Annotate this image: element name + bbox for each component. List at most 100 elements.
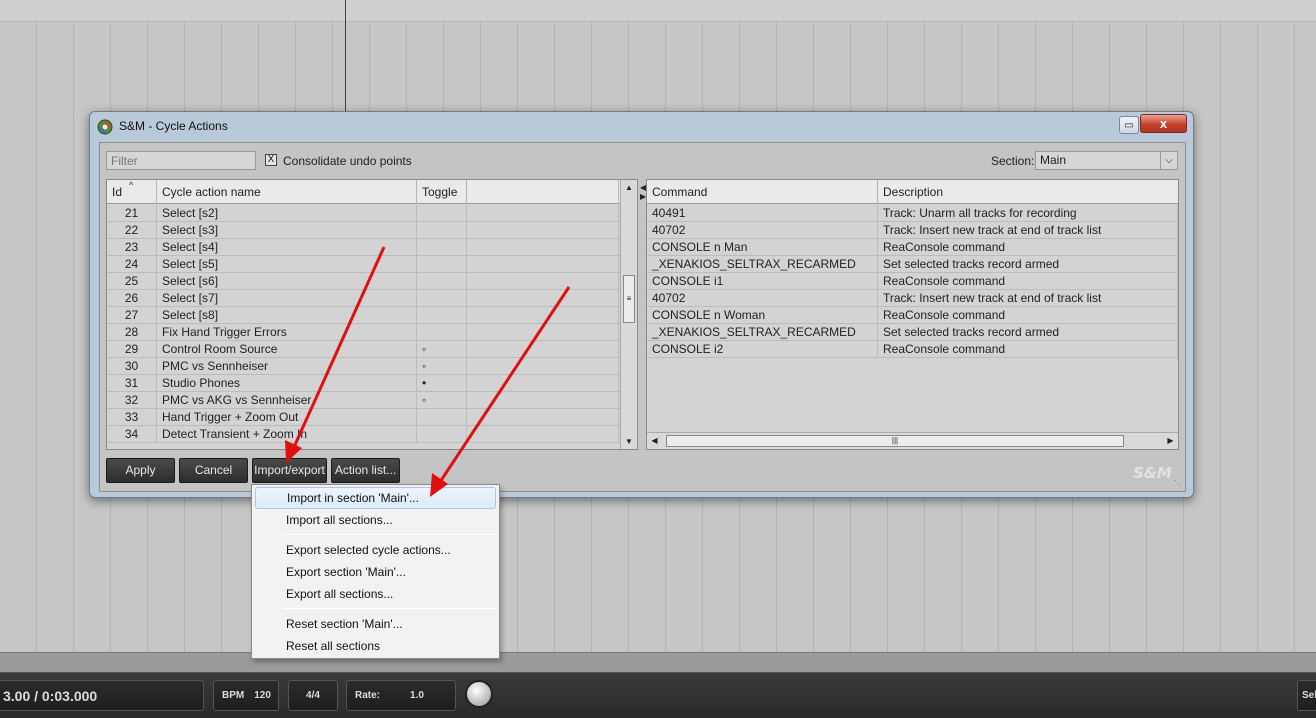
command-id: _XENAKIOS_SELTRAX_RECARMED — [647, 324, 878, 341]
scroll-left-icon[interactable]: ◀ — [647, 433, 662, 449]
menu-item[interactable]: Export section 'Main'... — [255, 561, 496, 583]
table-row[interactable]: 30 PMC vs Sennheiser ◦ — [107, 358, 637, 375]
table-row[interactable]: _XENAKIOS_SELTRAX_RECARMED Set selected t… — [647, 256, 1178, 273]
close-button[interactable]: x — [1140, 114, 1187, 133]
scroll-thumb[interactable]: ≡ — [623, 275, 635, 323]
table-row[interactable]: 21 Select [s2] — [107, 205, 637, 222]
cancel-button[interactable]: Cancel — [179, 458, 248, 483]
selection-label: Sel — [1302, 690, 1316, 701]
dialog-client-area: X Consolidate undo points Section: Main … — [99, 142, 1186, 492]
table-row[interactable]: 23 Select [s4] — [107, 239, 637, 256]
command-description: Track: Insert new track at end of track … — [878, 290, 1178, 307]
table-row[interactable]: _XENAKIOS_SELTRAX_RECARMED Set selected t… — [647, 324, 1178, 341]
restore-button[interactable]: ▭ — [1119, 116, 1139, 134]
apply-button[interactable]: Apply — [106, 458, 175, 483]
table-row[interactable]: 40702 Track: Insert new track at end of t… — [647, 222, 1178, 239]
menu-item[interactable]: Import in section 'Main'... — [255, 487, 496, 509]
action-toggle — [417, 256, 467, 273]
filter-input[interactable] — [106, 151, 256, 170]
ruler — [0, 0, 1316, 22]
bpm-display[interactable]: BPM 120 — [213, 680, 279, 711]
scroll-thumb[interactable]: ||| — [666, 435, 1124, 447]
empty-cell — [467, 375, 619, 392]
action-toggle — [417, 273, 467, 290]
column-header-toggle[interactable]: Toggle — [417, 180, 467, 204]
action-toggle — [417, 426, 467, 443]
table-row[interactable]: 24 Select [s5] — [107, 256, 637, 273]
bpm-value: 120 — [254, 690, 271, 701]
table-row[interactable]: 34 Detect Transient + Zoom In — [107, 426, 637, 443]
close-icon: x — [1159, 116, 1168, 131]
window-title: S&M - Cycle Actions — [119, 119, 228, 133]
action-id: 24 — [107, 256, 157, 273]
cycle-actions-list[interactable]: Id ^ Cycle action name Toggle 21 Select [… — [106, 179, 638, 450]
resize-grip-icon[interactable]: ⋱ — [1174, 480, 1183, 489]
section-dropdown[interactable]: Main ⌵ — [1035, 151, 1178, 170]
column-header-command[interactable]: Command — [647, 180, 878, 204]
menu-item[interactable]: Export all sections... — [255, 583, 496, 605]
table-row[interactable]: 32 PMC vs AKG vs Sennheiser ◦ — [107, 392, 637, 409]
rate-display[interactable]: Rate: 1.0 — [346, 680, 456, 711]
action-list-button[interactable]: Action list... — [331, 458, 400, 483]
reaper-app-icon — [97, 119, 113, 135]
consolidate-undo-checkbox[interactable]: X — [265, 154, 277, 166]
table-row[interactable]: 22 Select [s3] — [107, 222, 637, 239]
menu-item[interactable]: Reset section 'Main'... — [255, 613, 496, 635]
column-header-description[interactable]: Description — [878, 180, 1178, 204]
command-description: ReaConsole command — [878, 307, 1178, 324]
action-id: 32 — [107, 392, 157, 409]
action-toggle — [417, 324, 467, 341]
import-export-button[interactable]: Import/export — [252, 458, 327, 483]
time-signature-value: 4/4 — [306, 690, 320, 701]
time-display[interactable]: 3.00 / 0:03.000 — [0, 680, 204, 711]
empty-cell — [467, 273, 619, 290]
column-header-empty — [467, 180, 619, 204]
table-row[interactable]: 25 Select [s6] — [107, 273, 637, 290]
action-name: PMC vs AKG vs Sennheiser — [157, 392, 417, 409]
menu-item[interactable]: Import all sections... — [255, 509, 496, 531]
rate-knob[interactable] — [465, 680, 493, 708]
import-export-menu: Import in section 'Main'... Import all se… — [251, 484, 500, 659]
table-row[interactable]: 27 Select [s8] — [107, 307, 637, 324]
table-row[interactable]: 26 Select [s7] — [107, 290, 637, 307]
table-row[interactable]: 40491 Track: Unarm all tracks for recordi… — [647, 205, 1178, 222]
table-row[interactable]: CONSOLE n Man ReaConsole command — [647, 239, 1178, 256]
column-header-id[interactable]: Id ^ — [107, 180, 157, 204]
rate-label: Rate: — [355, 690, 381, 701]
column-header-name[interactable]: Cycle action name — [157, 180, 417, 204]
table-row[interactable]: CONSOLE n Woman ReaConsole command — [647, 307, 1178, 324]
title-bar[interactable]: S&M - Cycle Actions ▭ x — [90, 112, 1193, 140]
table-row[interactable]: CONSOLE i1 ReaConsole command — [647, 273, 1178, 290]
command-description: ReaConsole command — [878, 341, 1178, 358]
table-row[interactable]: 31 Studio Phones • — [107, 375, 637, 392]
command-description: Track: Unarm all tracks for recording — [878, 205, 1178, 222]
commands-list[interactable]: Command Description 40491 Track: Unarm al… — [646, 179, 1179, 450]
table-row[interactable]: 28 Fix Hand Trigger Errors — [107, 324, 637, 341]
empty-cell — [467, 239, 619, 256]
horizontal-scrollbar[interactable]: ◀ ||| ▶ — [647, 432, 1178, 449]
selection-display[interactable]: Sel — [1297, 680, 1316, 711]
horizontal-scrollbar[interactable] — [0, 652, 1316, 672]
menu-item[interactable]: Export selected cycle actions... — [255, 539, 496, 561]
action-id: 23 — [107, 239, 157, 256]
menu-separator — [283, 534, 496, 535]
table-row[interactable]: 33 Hand Trigger + Zoom Out — [107, 409, 637, 426]
panel-splitter[interactable]: ◀ ▶ — [640, 183, 646, 207]
vertical-scrollbar[interactable]: ▲ ≡ ▼ — [620, 180, 637, 449]
restore-icon: ▭ — [1124, 119, 1134, 131]
bpm-label: BPM — [222, 690, 245, 701]
action-toggle — [417, 290, 467, 307]
transport-bar: 3.00 / 0:03.000 BPM 120 4/4 Rate: 1.0 Se… — [0, 672, 1316, 718]
table-row[interactable]: CONSOLE i2 ReaConsole command — [647, 341, 1178, 358]
action-id: 25 — [107, 273, 157, 290]
scroll-up-icon[interactable]: ▲ — [621, 180, 637, 195]
empty-cell — [467, 324, 619, 341]
menu-item[interactable]: Reset all sections — [255, 635, 496, 657]
action-id: 28 — [107, 324, 157, 341]
table-row[interactable]: 29 Control Room Source ◦ — [107, 341, 637, 358]
table-row[interactable]: 40702 Track: Insert new track at end of t… — [647, 290, 1178, 307]
command-description: Track: Insert new track at end of track … — [878, 222, 1178, 239]
time-signature-display[interactable]: 4/4 — [288, 680, 338, 711]
scroll-down-icon[interactable]: ▼ — [621, 434, 637, 449]
scroll-right-icon[interactable]: ▶ — [1163, 433, 1178, 449]
